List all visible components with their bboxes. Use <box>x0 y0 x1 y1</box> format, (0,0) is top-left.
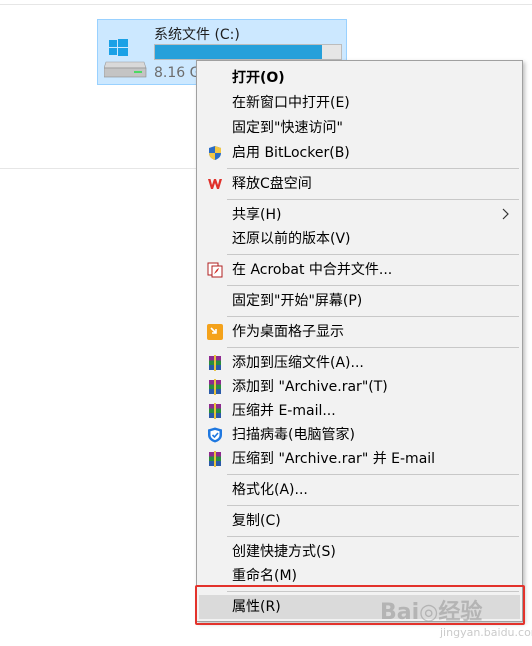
drive-usage-fill <box>155 45 323 59</box>
menu-item-label: 添加到 "Archive.rar"(T) <box>232 379 388 395</box>
menu-item-open[interactable]: 打开(O) <box>199 66 520 90</box>
menu-item-pin-start[interactable]: 固定到"开始"屏幕(P) <box>199 289 520 313</box>
menu-item-label: 格式化(A)... <box>232 482 308 498</box>
menu-item-label: 压缩到 "Archive.rar" 并 E-mail <box>232 451 436 467</box>
menu-separator <box>227 347 519 348</box>
menu-item-format[interactable]: 格式化(A)... <box>199 478 520 502</box>
menu-item-compress-email[interactable]: 压缩并 E-mail... <box>199 399 520 423</box>
menu-item-label: 在 Acrobat 中合并文件... <box>232 262 393 278</box>
menu-item-copy[interactable]: 复制(C) <box>199 509 520 533</box>
menu-item-add-archive-rar[interactable]: 添加到 "Archive.rar"(T) <box>199 375 520 399</box>
winrar-icon <box>209 355 221 371</box>
watermark: Bai◎经验 <box>380 600 483 625</box>
menu-item-pin-quick-access[interactable]: 固定到"快速访问" <box>199 116 520 140</box>
menu-item-label: 还原以前的版本(V) <box>232 231 351 247</box>
drive-usage-bar <box>154 44 342 60</box>
winrar-icon <box>209 403 221 419</box>
drive-icon <box>104 39 147 78</box>
winrar-icon <box>209 379 221 395</box>
acrobat-icon <box>207 262 223 278</box>
menu-item-label: 扫描病毒(电脑管家) <box>232 427 355 443</box>
menu-separator <box>227 285 519 286</box>
menu-item-label: 释放C盘空间 <box>232 176 312 192</box>
menu-item-free-c-space[interactable]: 释放C盘空间 <box>199 172 520 196</box>
tencent-shield-icon <box>208 427 222 443</box>
winrar-icon <box>209 451 221 467</box>
menu-item-label: 重命名(M) <box>232 568 298 584</box>
menu-item-label: 固定到"快速访问" <box>232 120 343 136</box>
menu-separator <box>227 505 519 506</box>
wps-icon <box>208 179 222 189</box>
menu-item-label: 打开(O) <box>232 70 285 86</box>
shield-icon <box>209 146 221 160</box>
explorer-view: 系统文件 (C:) 8.16 G 打开(O) 在新窗口中打开(E) 固定到"快速… <box>0 0 532 646</box>
menu-separator <box>227 474 519 475</box>
menu-separator <box>227 168 519 169</box>
menu-item-label: 压缩并 E-mail... <box>232 403 336 419</box>
menu-item-create-shortcut[interactable]: 创建快捷方式(S) <box>199 540 520 564</box>
menu-item-label: 启用 BitLocker(B) <box>232 145 350 161</box>
menu-separator <box>227 536 519 537</box>
menu-item-bitlocker[interactable]: 启用 BitLocker(B) <box>199 141 520 165</box>
context-menu: 打开(O) 在新窗口中打开(E) 固定到"快速访问" 启用 BitLocker(… <box>196 60 523 622</box>
menu-item-acrobat-merge[interactable]: 在 Acrobat 中合并文件... <box>199 258 520 282</box>
menu-item-open-new-window[interactable]: 在新窗口中打开(E) <box>199 91 520 115</box>
menu-item-label: 复制(C) <box>232 513 281 529</box>
menu-item-add-archive[interactable]: 添加到压缩文件(A)... <box>199 351 520 375</box>
menu-item-virus-scan[interactable]: 扫描病毒(电脑管家) <box>199 423 520 447</box>
menu-item-label: 共享(H) <box>232 207 282 223</box>
menu-item-label: 固定到"开始"屏幕(P) <box>232 293 363 309</box>
menu-separator <box>227 199 519 200</box>
menu-separator <box>227 254 519 255</box>
drive-free-space: 8.16 G <box>154 65 201 81</box>
menu-item-label: 作为桌面格子显示 <box>232 324 344 340</box>
menu-item-label: 创建快捷方式(S) <box>232 544 336 560</box>
menu-item-restore-versions[interactable]: 还原以前的版本(V) <box>199 227 520 251</box>
menu-item-label: 添加到压缩文件(A)... <box>232 355 364 371</box>
menu-item-compress-rar-email[interactable]: 压缩到 "Archive.rar" 并 E-mail <box>199 447 520 471</box>
menu-item-desktop-grid[interactable]: 作为桌面格子显示 <box>199 320 520 344</box>
grid-icon <box>207 324 223 340</box>
divider <box>0 4 532 5</box>
divider <box>0 168 200 169</box>
menu-separator <box>227 316 519 317</box>
drive-name: 系统文件 (C:) <box>154 27 240 43</box>
watermark-url: jingyan.baidu.com <box>440 626 532 639</box>
menu-item-share[interactable]: 共享(H) <box>199 203 520 227</box>
menu-item-label: 在新窗口中打开(E) <box>232 95 350 111</box>
chevron-right-icon <box>502 208 509 220</box>
